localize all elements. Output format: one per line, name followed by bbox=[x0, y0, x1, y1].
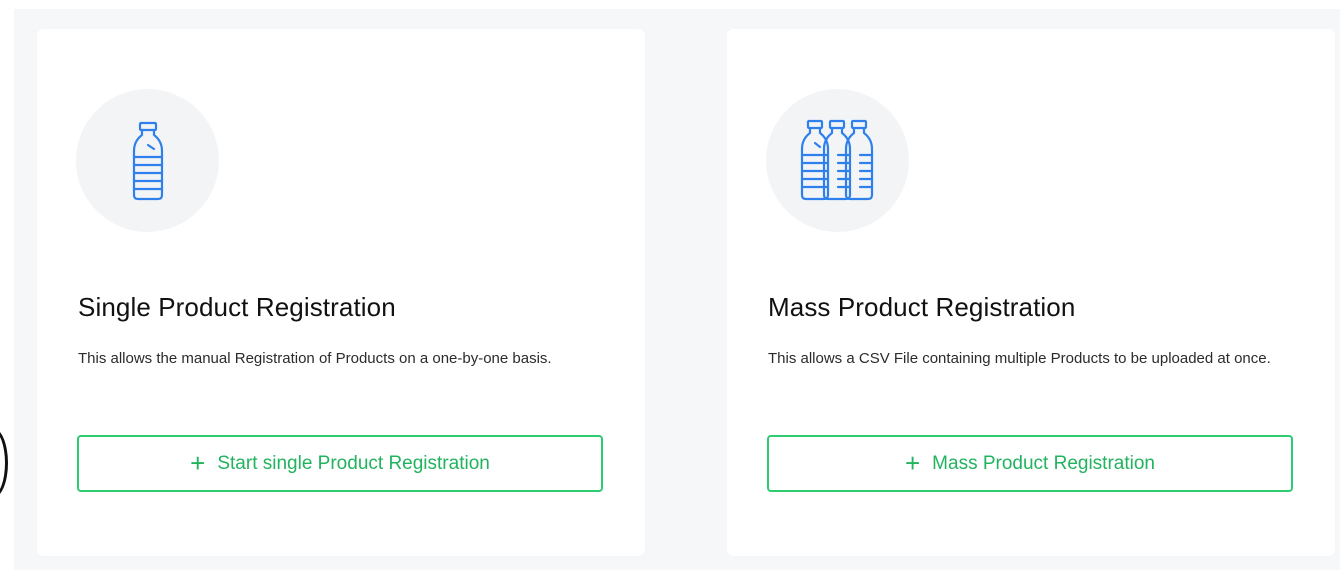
single-bottle-icon bbox=[76, 89, 219, 232]
button-label: Start single Product Registration bbox=[217, 452, 490, 474]
plus-icon: + bbox=[904, 447, 921, 478]
partial-circle-edge-mark bbox=[0, 428, 8, 498]
multiple-bottles-icon bbox=[766, 89, 909, 232]
single-product-registration-card: Single Product Registration This allows … bbox=[37, 29, 645, 556]
registration-options-panel: Single Product Registration This allows … bbox=[14, 9, 1340, 570]
mass-product-registration-card: Mass Product Registration This allows a … bbox=[727, 29, 1335, 556]
mass-product-registration-button[interactable]: + Mass Product Registration bbox=[767, 435, 1293, 492]
card-title: Single Product Registration bbox=[78, 292, 396, 322]
card-title: Mass Product Registration bbox=[768, 292, 1076, 322]
plus-icon: + bbox=[190, 447, 206, 478]
button-label: Mass Product Registration bbox=[932, 452, 1155, 474]
card-description: This allows a CSV File containing multip… bbox=[768, 350, 1271, 367]
card-description: This allows the manual Registration of P… bbox=[78, 350, 552, 367]
start-single-registration-button[interactable]: + Start single Product Registration bbox=[77, 435, 603, 492]
